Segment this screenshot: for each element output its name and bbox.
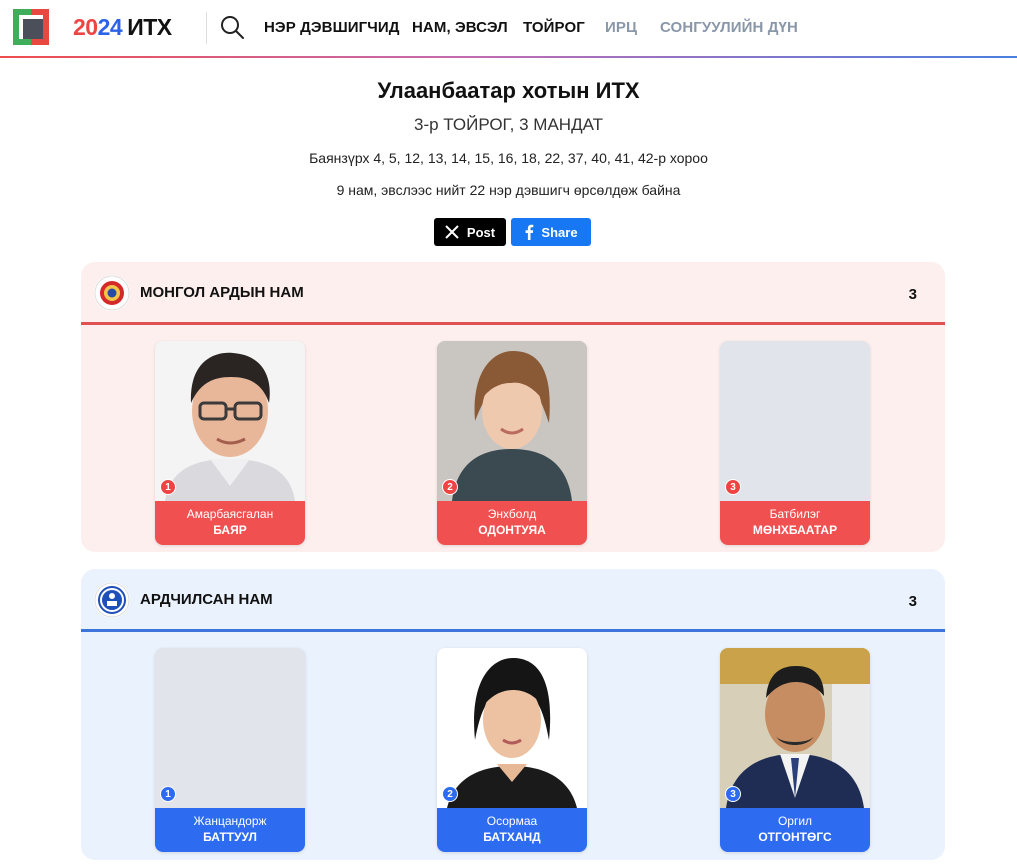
candidate-number: 3 <box>725 786 741 802</box>
page-title: Улаанбаатар хотын ИТХ <box>377 78 640 103</box>
nav-turnout[interactable]: ИРЦ <box>605 19 637 36</box>
header-accent-line <box>0 56 1017 58</box>
nav-candidates[interactable]: НЭР ДЭВШИГЧИД <box>264 19 400 36</box>
nav-districts[interactable]: ТОЙРОГ <box>523 19 585 36</box>
candidate-card[interactable]: 1 Амарбаясгалан БАЯР <box>155 341 305 545</box>
share-facebook-button[interactable]: Share <box>511 218 591 246</box>
candidate-card[interactable]: 2 Осормаа БАТХАНД <box>437 648 587 852</box>
page-subtitle: 3-р ТОЙРОГ, 3 МАНДАТ <box>414 115 603 134</box>
logo-year-part-a: 20 <box>73 14 98 40</box>
candidate-first-name: Осормаа <box>486 814 538 828</box>
party-name: АРДЧИЛСАН НАМ <box>140 591 273 608</box>
logo-word: ИТХ <box>127 14 172 40</box>
candidate-summary: 9 нам, эвслээс нийт 22 нэр дэвшигч өрсөл… <box>336 182 681 198</box>
candidate-photo <box>437 341 587 501</box>
logo-year-part-b: 24 <box>97 14 123 40</box>
candidate-name-box: Оргил ОТГОНТӨГС <box>720 808 870 852</box>
candidate-name-box: Энхболд ОДОНТУЯА <box>437 501 587 545</box>
party-seat-count: 3 <box>908 593 917 610</box>
candidate-card[interactable]: 2 Энхболд ОДОНТУЯА <box>437 341 587 545</box>
candidate-last-name: ОДОНТУЯА <box>478 523 546 537</box>
candidate-name-box: Батбилэг МӨНХБААТАР <box>720 501 870 545</box>
site-logo-icon[interactable] <box>13 9 49 45</box>
district-wards: Баянзүрх 4, 5, 12, 13, 14, 15, 16, 18, 2… <box>309 150 708 166</box>
candidate-number: 1 <box>160 786 176 802</box>
candidate-number: 2 <box>442 786 458 802</box>
candidate-photo <box>720 648 870 808</box>
candidate-last-name: БАТТУУЛ <box>203 830 257 844</box>
candidate-photo <box>437 648 587 808</box>
facebook-logo-icon <box>526 224 534 240</box>
candidate-last-name: ОТГОНТӨГС <box>758 830 832 844</box>
x-logo-icon <box>445 225 459 239</box>
party-divider <box>81 629 945 632</box>
candidate-first-name: Жанцандорж <box>193 814 267 828</box>
candidate-name-box: Осормаа БАТХАНД <box>437 808 587 852</box>
party-header[interactable]: АРДЧИЛСАН НАМ 3 <box>81 569 945 632</box>
site-header: 2024 ИТХ НЭР ДЭВШИГЧИД НАМ, ЭВСЭЛ ТОЙРОГ … <box>0 0 1017 58</box>
candidate-name-box: Амарбаясгалан БАЯР <box>155 501 305 545</box>
candidate-last-name: БАЯР <box>213 523 247 537</box>
candidate-number: 2 <box>442 479 458 495</box>
candidate-name-box: Жанцандорж БАТТУУЛ <box>155 808 305 852</box>
candidate-first-name: Оргил <box>777 814 813 828</box>
candidate-card[interactable]: 3 Оргил ОТГОНТӨГС <box>720 648 870 852</box>
party-divider <box>81 322 945 325</box>
brand-logo[interactable]: 2024 ИТХ <box>73 14 172 41</box>
party-panel-mpp: МОНГОЛ АРДЫН НАМ 3 1 Амарбаясгалан БАЯР <box>81 262 945 552</box>
share-x-button[interactable]: Post <box>434 218 506 246</box>
candidate-photo <box>155 341 305 501</box>
nav-results[interactable]: СОНГУУЛИЙН ДҮН <box>660 19 798 36</box>
mpp-emblem-icon <box>94 275 130 311</box>
search-icon[interactable] <box>219 14 245 40</box>
party-seat-count: 3 <box>908 286 917 303</box>
share-x-label: Post <box>466 224 496 240</box>
dp-emblem-icon <box>94 582 130 618</box>
candidate-last-name: МӨНХБААТАР <box>752 523 838 537</box>
party-panel-dp: АРДЧИЛСАН НАМ 3 1 Жанцандорж БАТТУУЛ 2 О… <box>81 569 945 860</box>
candidate-number: 1 <box>160 479 176 495</box>
candidate-first-name: Амарбаясгалан <box>186 507 274 521</box>
candidate-first-name: Батбилэг <box>769 507 821 521</box>
candidate-card[interactable]: 1 Жанцандорж БАТТУУЛ <box>155 648 305 852</box>
party-name: МОНГОЛ АРДЫН НАМ <box>140 284 304 301</box>
candidate-photo-placeholder <box>155 648 305 808</box>
candidate-first-name: Энхболд <box>487 507 537 521</box>
candidate-last-name: БАТХАНД <box>483 830 541 844</box>
header-divider <box>206 12 207 44</box>
nav-parties[interactable]: НАМ, ЭВСЭЛ <box>412 19 508 36</box>
candidate-photo-placeholder <box>720 341 870 501</box>
share-facebook-label: Share <box>541 224 578 240</box>
candidate-number: 3 <box>725 479 741 495</box>
candidate-card[interactable]: 3 Батбилэг МӨНХБААТАР <box>720 341 870 545</box>
party-header[interactable]: МОНГОЛ АРДЫН НАМ 3 <box>81 262 945 325</box>
